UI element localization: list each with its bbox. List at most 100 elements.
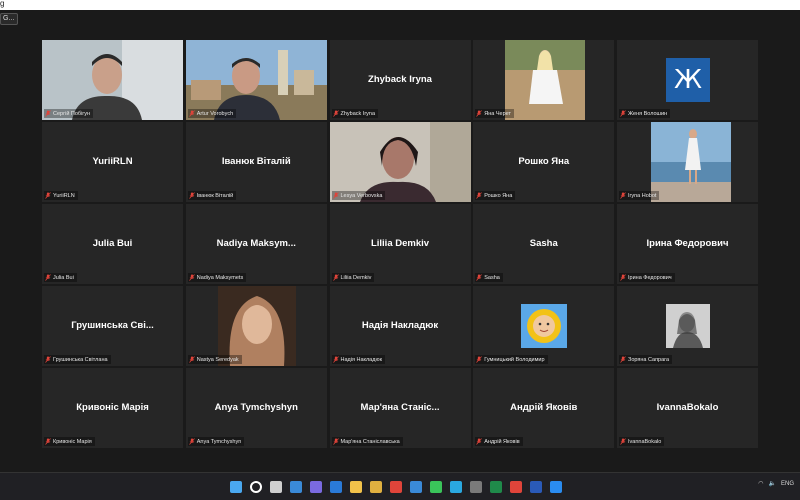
windows-start-icon[interactable] (230, 481, 242, 493)
participant-display-name: Грушинська Сві... (71, 320, 154, 331)
telegram-icon[interactable] (450, 481, 462, 493)
participant-name: Ірина Федорович (628, 274, 672, 281)
participant-tile[interactable]: Lesya Verbovska (329, 122, 471, 202)
bw-photo-image (666, 304, 710, 348)
store-icon[interactable] (410, 481, 422, 493)
excel-icon[interactable] (490, 481, 502, 493)
participant-tile[interactable]: Грушинська Сві... Грушинська Світлана (42, 286, 183, 366)
participant-name: Liliia Demkiv (340, 274, 372, 281)
participant-display-name: Sasha (529, 238, 558, 249)
muted-mic-icon (332, 192, 339, 199)
pdf-icon[interactable] (510, 481, 522, 493)
zoom-icon[interactable] (550, 481, 562, 493)
participant-tile[interactable]: Sasha Sasha (473, 204, 615, 284)
participant-name: Iryna Hobot (628, 192, 657, 199)
volume-icon[interactable]: 🔈 (769, 480, 776, 487)
participant-tile[interactable]: Iryna Hobot (617, 122, 758, 202)
widgets-icon[interactable] (290, 481, 302, 493)
participant-label: YuriiRLN (44, 191, 78, 200)
participant-tile[interactable]: Гумницький Володимир (473, 286, 615, 366)
participant-tile[interactable]: Anya Tymchyshyn Anya Tymchyshyn (185, 368, 327, 448)
chrome-icon[interactable] (390, 481, 402, 493)
participant-tile[interactable]: Nadiya Maksym... Nadiya Maksymets (185, 204, 327, 284)
muted-mic-icon (45, 356, 51, 363)
participant-name: Zhyback Iryna (340, 110, 376, 117)
participant-display-name: Nadiya Maksym... (216, 238, 296, 249)
muted-mic-icon (332, 110, 339, 117)
participant-display-name: Кривоніс Марія (76, 402, 149, 413)
participant-display-name: Надія Накладюк (361, 320, 439, 331)
word-icon[interactable] (530, 481, 542, 493)
muted-mic-icon (332, 438, 339, 445)
participant-label: Зоряна Сапрага (619, 355, 673, 364)
participant-grid: Сергій Побігун Artur Vorobych Zhyback Iryn… (42, 40, 758, 448)
calculator-icon[interactable] (470, 481, 482, 493)
participant-tile[interactable]: Artur Vorobych (185, 40, 327, 120)
mail-icon[interactable] (330, 481, 342, 493)
search-icon[interactable] (250, 481, 262, 493)
participant-label: Iryna Hobot (619, 191, 660, 200)
participant-tile[interactable]: Ж Женя Волошин (617, 40, 758, 120)
participant-label: Sasha (475, 273, 503, 282)
participant-name: Sasha (484, 274, 500, 281)
participant-name: IvannaBokalo (628, 438, 662, 445)
avatar: Ж (666, 58, 710, 102)
participant-name: Женя Волошин (628, 110, 668, 117)
participant-label: IvannaBokalo (619, 437, 665, 446)
participant-label: Liliia Demkiv (331, 273, 375, 282)
window-titlebar: g (0, 0, 800, 10)
sun-baby-photo-image (521, 304, 568, 348)
participant-display-name: Liliia Demkiv (370, 238, 430, 249)
participant-label: Женя Волошин (619, 109, 671, 118)
participant-tile[interactable]: Julia Bui Julia Bui (42, 204, 183, 284)
view-button[interactable]: G... (0, 13, 18, 25)
participant-label: Nadiya Maksymets (187, 273, 247, 282)
participant-name: Nadiya Maksymets (196, 274, 244, 281)
participant-tile[interactable]: Надія Накладюк Надія Накладюк (329, 286, 471, 366)
language-indicator[interactable]: ENG (781, 481, 794, 487)
woman-photo-image (505, 40, 586, 120)
participant-tile[interactable]: YuriiRLN YuriiRLN (42, 122, 183, 202)
participant-label: Lesya Verbovska (331, 191, 386, 200)
participant-name: Сергій Побігун (53, 110, 91, 117)
participant-tile[interactable]: Андрій Яковів Андрій Яковів (473, 368, 615, 448)
participant-tile[interactable]: Іванюк Віталій Іванюк Віталій (185, 122, 327, 202)
folder-icon[interactable] (370, 481, 382, 493)
participant-tile[interactable]: Кривоніс Марія Кривоніс Марія (42, 368, 183, 448)
participant-tile[interactable]: Nastya Seredyak (185, 286, 327, 366)
participant-label: Надія Накладюк (331, 355, 385, 364)
participant-label: Кривоніс Марія (44, 437, 95, 446)
participant-tile[interactable]: Сергій Побігун (42, 40, 183, 120)
man-video-image (42, 40, 183, 120)
participant-tile[interactable]: Рошко Яна Рошко Яна (473, 122, 615, 202)
muted-mic-icon (45, 110, 51, 117)
participant-name: Artur Vorobych (196, 110, 234, 117)
participant-name: Іванюк Віталій (196, 192, 234, 199)
participant-label: Рошко Яна (475, 191, 516, 200)
participant-display-name: Ірина Федорович (646, 238, 729, 249)
wifi-icon[interactable]: ◠ (758, 480, 763, 487)
participant-tile[interactable]: Яна Черет (473, 40, 615, 120)
participant-tile[interactable]: IvannaBokalo IvannaBokalo (617, 368, 758, 448)
participant-tile[interactable]: Liliia Demkiv Liliia Demkiv (329, 204, 471, 284)
muted-mic-icon (476, 356, 483, 363)
participant-tile[interactable]: Zhyback Iryna Zhyback Iryna (329, 40, 471, 120)
whatsapp-icon[interactable] (430, 481, 442, 493)
muted-mic-icon (45, 438, 51, 445)
participant-display-name: Julia Bui (92, 238, 133, 249)
explorer-icon[interactable] (350, 481, 362, 493)
chat-icon[interactable] (310, 481, 322, 493)
participant-label: Zhyback Iryna (331, 109, 379, 118)
participant-tile[interactable]: Ірина Федорович Ірина Федорович (617, 204, 758, 284)
muted-mic-icon (188, 438, 195, 445)
muted-mic-icon (620, 110, 626, 117)
task-view-icon[interactable] (270, 481, 282, 493)
participant-name: Anya Tymchyshyn (196, 438, 242, 445)
muted-mic-icon (188, 274, 195, 281)
participant-name: Nastya Seredyak (196, 356, 239, 363)
participant-tile[interactable]: Мар'яна Станіс... Мар'яна Станіславська (329, 368, 471, 448)
muted-mic-icon (45, 274, 51, 281)
participant-tile[interactable]: Зоряна Сапрага (617, 286, 758, 366)
muted-mic-icon (188, 356, 195, 363)
participant-label: Anya Tymchyshyn (187, 437, 245, 446)
